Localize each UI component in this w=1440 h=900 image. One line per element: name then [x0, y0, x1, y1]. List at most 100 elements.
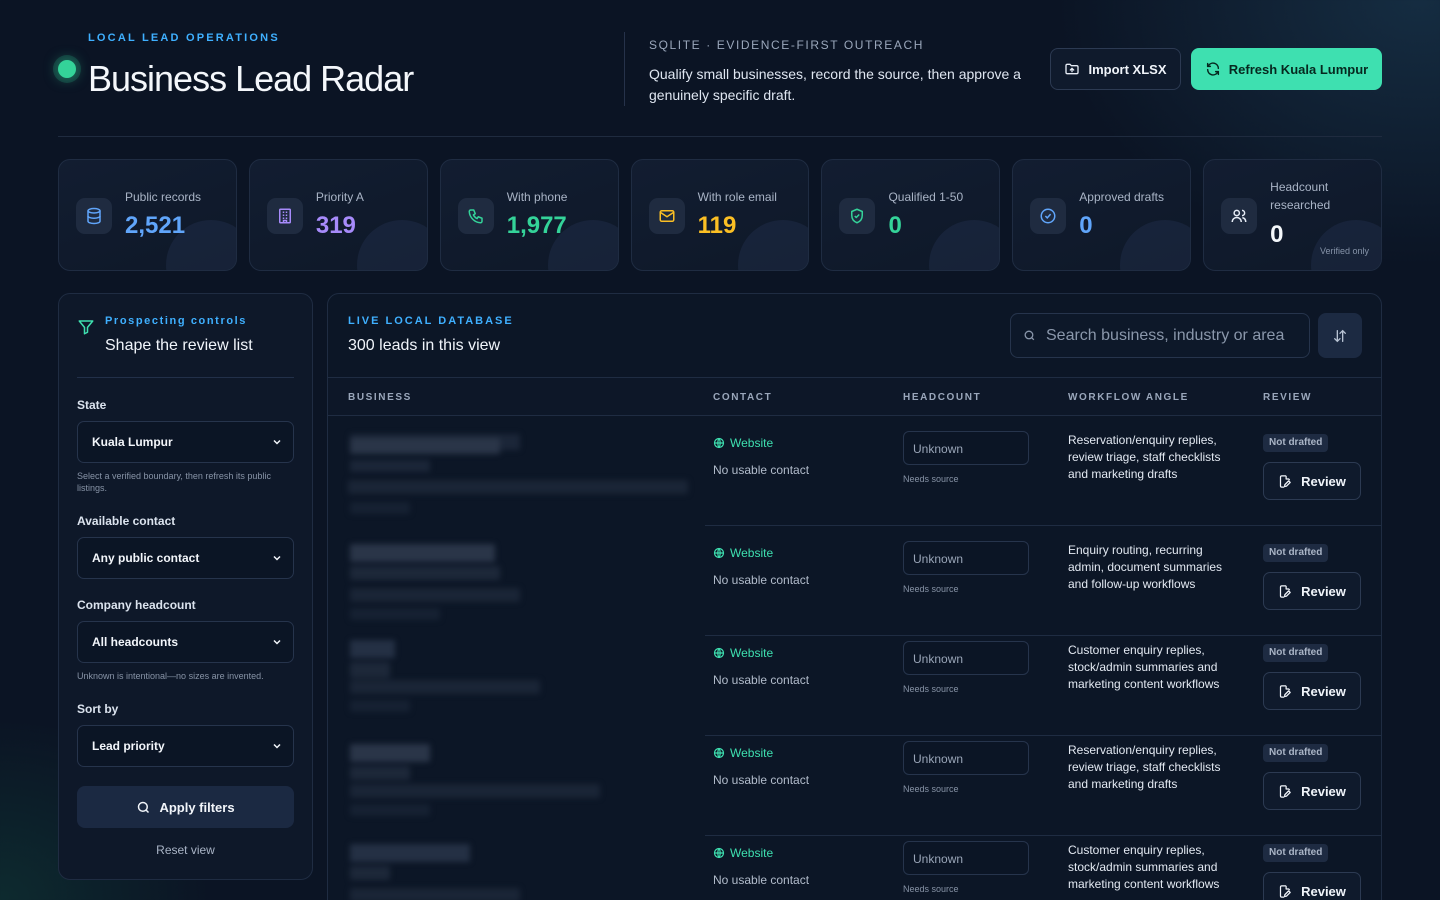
column-header-workflow-angle: WORKFLOW ANGLE [1068, 392, 1189, 403]
contact-website-link[interactable]: Website [713, 846, 773, 860]
contact-label: Available contact [77, 514, 176, 528]
review-button[interactable]: Review [1263, 872, 1361, 900]
review-label: Review [1301, 783, 1346, 799]
table-row[interactable]: Website No usable contact Unknown Needs … [328, 826, 1381, 900]
contact-website-link[interactable]: Website [713, 746, 773, 760]
edit-document-icon [1279, 884, 1291, 898]
phone-icon [457, 198, 494, 234]
table-row[interactable]: Website No usable contact Unknown Needs … [328, 626, 1381, 736]
sidebar-title: Shape the review list [105, 337, 253, 354]
contact-website-label: Website [730, 846, 774, 860]
column-header-business: BUSINESS [348, 392, 412, 403]
state-select-value: Kuala Lumpur [92, 435, 173, 449]
headcount-field[interactable]: Unknown [903, 641, 1029, 675]
stat-value: 119 [697, 212, 737, 239]
search-icon [1024, 330, 1035, 341]
contact-website-link[interactable]: Website [713, 436, 773, 450]
check-circle-icon [1030, 198, 1067, 234]
workflow-angle: Reservation/enquiry replies, review tria… [1068, 433, 1221, 481]
business-name-redacted [348, 740, 688, 826]
review-label: Review [1301, 683, 1346, 699]
stat-label: With phone [506, 190, 568, 204]
workflow-angle: Customer enquiry replies, stock/admin su… [1068, 843, 1220, 891]
business-name-redacted [348, 840, 688, 900]
sidebar-eyebrow: Prospecting controls [105, 315, 248, 327]
app-header: LOCAL LEAD OPERATIONS Business Lead Rada… [58, 0, 1382, 137]
headcount-select-value: All headcounts [92, 635, 179, 649]
headcount-source: Needs source [903, 684, 959, 694]
headcount-label: Company headcount [77, 598, 196, 612]
search-icon [138, 801, 150, 813]
panel-eyebrow: LIVE LOCAL DATABASE [348, 315, 514, 327]
globe-icon [713, 847, 725, 859]
headcount-field[interactable]: Unknown [903, 741, 1029, 775]
refresh-button[interactable]: Refresh Kuala Lumpur [1191, 48, 1382, 90]
stat-value: 0 [888, 212, 902, 239]
headcount-field[interactable]: Unknown [903, 541, 1029, 575]
review-button[interactable]: Review [1263, 572, 1361, 610]
stat-label: Qualified 1-50 [888, 190, 964, 204]
search-placeholder: Search business, industry or area [1046, 326, 1285, 344]
review-button[interactable]: Review [1263, 772, 1361, 810]
state-label: State [77, 398, 107, 412]
review-button[interactable]: Review [1263, 462, 1361, 500]
mail-icon [648, 198, 685, 234]
contact-note: No usable contact [713, 773, 810, 787]
sort-arrows-icon [1334, 329, 1346, 342]
contact-website-link[interactable]: Website [713, 646, 773, 660]
review-label: Review [1301, 883, 1346, 899]
stat-card-approved-drafts: Approved drafts 0 [1012, 159, 1192, 271]
review-button[interactable]: Review [1263, 672, 1361, 710]
workflow-angle: Enquiry routing, recurring admin, docume… [1068, 543, 1223, 591]
refresh-label: Refresh Kuala Lumpur [1228, 61, 1369, 77]
sort-toggle-button[interactable] [1318, 313, 1362, 358]
chevron-down-icon [273, 555, 281, 561]
table-row[interactable]: Website No usable contact Unknown Needs … [328, 726, 1381, 836]
stat-label: Headcount researched [1270, 180, 1331, 212]
stat-label: Approved drafts [1079, 190, 1165, 204]
table-row[interactable]: Website No usable contact Unknown Needs … [328, 416, 1381, 526]
contact-website-label: Website [730, 646, 774, 660]
headcount-source: Needs source [903, 474, 959, 484]
table-row[interactable]: Website No usable contact Unknown Needs … [328, 526, 1381, 636]
headcount-source: Needs source [903, 884, 959, 894]
stat-card-public-records: Public records 2,521 [58, 159, 237, 271]
column-header-contact: CONTACT [713, 392, 773, 403]
import-xlsx-label: Import XLSX [1088, 61, 1167, 77]
state-select[interactable]: Kuala Lumpur [77, 421, 294, 463]
globe-icon [713, 547, 725, 559]
status-badge: Not drafted [1263, 744, 1329, 762]
filter-icon [78, 320, 94, 335]
header-sub-eyebrow: SQLITE · EVIDENCE-FIRST OUTREACH [649, 38, 925, 52]
status-dot [58, 60, 76, 78]
chevron-down-icon [273, 743, 281, 749]
sort-select[interactable]: Lead priority [77, 725, 294, 767]
globe-icon [713, 747, 725, 759]
header-description: Qualify small businesses, record the sou… [649, 66, 1021, 103]
globe-icon [713, 647, 725, 659]
contact-note: No usable contact [713, 873, 810, 887]
header-eyebrow: LOCAL LEAD OPERATIONS [88, 32, 280, 44]
edit-document-icon [1279, 684, 1291, 698]
review-label: Review [1301, 473, 1346, 489]
headcount-select[interactable]: All headcounts [77, 621, 294, 663]
headcount-source: Needs source [903, 584, 959, 594]
contact-select[interactable]: Any public contact [77, 537, 294, 579]
page-title: Business Lead Radar [88, 58, 414, 99]
headcount-hint: Unknown is intentional—no sizes are inve… [77, 671, 264, 681]
search-input[interactable]: Search business, industry or area [1010, 313, 1310, 358]
state-hint: Select a verified boundary, then refresh… [77, 471, 271, 493]
folder-upload-icon [1065, 63, 1080, 75]
review-label: Review [1301, 583, 1346, 599]
business-name-redacted [348, 640, 688, 726]
apply-filters-button[interactable]: Apply filters [77, 786, 294, 828]
chevron-down-icon [273, 639, 281, 645]
headcount-field[interactable]: Unknown [903, 431, 1029, 465]
contact-website-link[interactable]: Website [713, 546, 773, 560]
headcount-field[interactable]: Unknown [903, 841, 1029, 875]
stat-value: 1,977 [506, 212, 567, 239]
import-xlsx-button[interactable]: Import XLSX [1050, 48, 1181, 90]
status-badge: Not drafted [1263, 544, 1329, 562]
reset-view-button[interactable]: Reset view [77, 843, 294, 857]
stat-card-role-email: With role email 119 [630, 159, 810, 271]
